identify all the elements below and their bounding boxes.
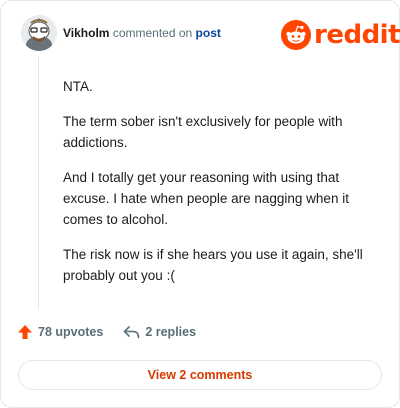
username[interactable]: Vikholm — [63, 26, 109, 40]
reddit-logo[interactable]: reddit — [281, 18, 400, 52]
comment-card: Vikholm commented on post reddit NTA. Th… — [0, 0, 400, 408]
avatar[interactable] — [21, 15, 57, 51]
upvote-count: 78 upvotes — [38, 325, 104, 339]
reply-count: 2 replies — [145, 325, 197, 339]
action-text: commented on — [112, 26, 193, 40]
upvote-arrow-icon — [18, 325, 32, 339]
avatar-icon — [21, 15, 57, 51]
comment-header: Vikholm commented on post — [63, 26, 221, 40]
thread-line — [38, 57, 39, 309]
comment-paragraph: NTA. — [63, 79, 93, 94]
view-comments-button[interactable]: View 2 comments — [18, 360, 382, 390]
replies-button[interactable]: 2 replies — [123, 325, 196, 339]
comment-body: NTA. The term sober isn't exclusively fo… — [63, 76, 383, 300]
comment-paragraph: The risk now is if she hears you use it … — [63, 247, 363, 283]
reddit-wordmark: reddit — [314, 20, 400, 50]
comment-actions: 78 upvotes 2 replies — [17, 324, 196, 340]
reddit-snoo-icon — [281, 20, 311, 50]
reply-arrow-icon — [124, 326, 140, 339]
comment-paragraph: And I totally get your reasoning with us… — [63, 170, 349, 227]
upvote-button[interactable]: 78 upvotes — [17, 324, 103, 340]
comment-paragraph: The term sober isn't exclusively for peo… — [63, 114, 343, 150]
post-link[interactable]: post — [196, 26, 221, 40]
